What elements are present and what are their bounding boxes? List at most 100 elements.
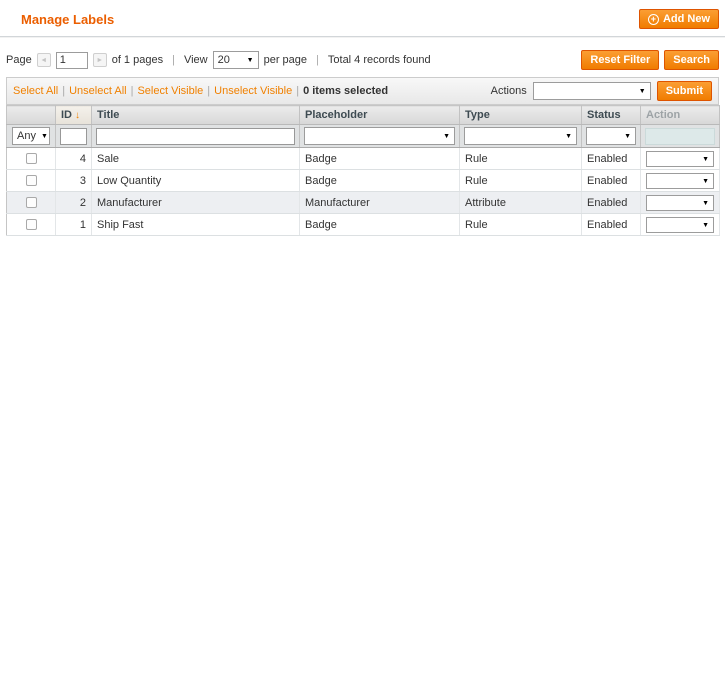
reset-filter-button[interactable]: Reset Filter <box>581 50 659 70</box>
row-placeholder[interactable]: Badge <box>300 170 460 192</box>
separator: | <box>58 85 69 97</box>
massaction-bar: Select All | Unselect All | Select Visib… <box>6 77 719 105</box>
row-checkbox[interactable] <box>26 153 37 164</box>
submit-button[interactable]: Submit <box>657 81 712 101</box>
unselect-all-link[interactable]: Unselect All <box>69 85 126 97</box>
table-row[interactable]: 3 Low Quantity Badge Rule Enabled ▼ <box>7 170 720 192</box>
id-filter-input[interactable] <box>60 128 87 145</box>
row-action-cell: ▼ <box>641 148 720 170</box>
page-header: Manage Labels + Add New <box>0 0 725 36</box>
massaction-links: Select All | Unselect All | Select Visib… <box>13 85 388 97</box>
per-page-select[interactable]: 20 ▼ <box>213 51 259 69</box>
chevron-down-icon: ▼ <box>702 156 709 163</box>
row-type[interactable]: Rule <box>460 214 582 236</box>
chevron-down-icon: ▼ <box>702 200 709 207</box>
row-checkbox[interactable] <box>26 219 37 230</box>
row-title[interactable]: Manufacturer <box>92 192 300 214</box>
separator: | <box>312 54 323 66</box>
search-button-label: Search <box>673 54 710 66</box>
any-filter-select[interactable]: Any ▼ <box>12 127 50 145</box>
filter-type-cell: ▼ <box>460 125 582 148</box>
row-action-cell: ▼ <box>641 170 720 192</box>
row-id[interactable]: 1 <box>56 214 92 236</box>
header-status[interactable]: Status <box>582 106 641 125</box>
page-label: Page <box>6 54 32 66</box>
header-placeholder[interactable]: Placeholder <box>300 106 460 125</box>
pager-controls: Page ◄ ► of 1 pages | View 20 ▼ per page… <box>6 51 431 69</box>
row-id[interactable]: 3 <box>56 170 92 192</box>
add-new-button[interactable]: + Add New <box>639 9 719 29</box>
row-placeholder[interactable]: Badge <box>300 148 460 170</box>
row-action-select[interactable]: ▼ <box>646 151 714 167</box>
header-id-label: ID <box>61 109 72 121</box>
header-id[interactable]: ID↓ <box>56 106 92 125</box>
unselect-visible-link[interactable]: Unselect Visible <box>214 85 292 97</box>
actions-select[interactable]: ▼ <box>533 82 651 100</box>
row-type[interactable]: Rule <box>460 148 582 170</box>
header-type[interactable]: Type <box>460 106 582 125</box>
row-checkbox-cell <box>7 214 56 236</box>
row-id[interactable]: 2 <box>56 192 92 214</box>
row-placeholder[interactable]: Badge <box>300 214 460 236</box>
filter-status-cell: ▼ <box>582 125 641 148</box>
filter-id-cell <box>56 125 92 148</box>
actions-label: Actions <box>491 85 527 97</box>
action-filter-placeholder <box>645 128 715 145</box>
row-action-select[interactable]: ▼ <box>646 173 714 189</box>
grid-filter-row: Any ▼ ▼ <box>7 125 720 148</box>
filter-action-cell <box>641 125 720 148</box>
row-type[interactable]: Attribute <box>460 192 582 214</box>
row-status[interactable]: Enabled <box>582 170 641 192</box>
row-title[interactable]: Low Quantity <box>92 170 300 192</box>
row-id[interactable]: 4 <box>56 148 92 170</box>
view-label: View <box>184 54 208 66</box>
select-all-link[interactable]: Select All <box>13 85 58 97</box>
row-action-select[interactable]: ▼ <box>646 195 714 211</box>
row-checkbox[interactable] <box>26 197 37 208</box>
reset-filter-label: Reset Filter <box>590 54 650 66</box>
row-status[interactable]: Enabled <box>582 192 641 214</box>
table-row[interactable]: 4 Sale Badge Rule Enabled ▼ <box>7 148 720 170</box>
row-action-select[interactable]: ▼ <box>646 217 714 233</box>
row-status[interactable]: Enabled <box>582 148 641 170</box>
table-row[interactable]: 1 Ship Fast Badge Rule Enabled ▼ <box>7 214 720 236</box>
items-selected-count: 0 items selected <box>303 85 388 97</box>
table-row[interactable]: 2 Manufacturer Manufacturer Attribute En… <box>7 192 720 214</box>
placeholder-filter-select[interactable]: ▼ <box>304 127 455 145</box>
sort-descending-icon: ↓ <box>75 110 80 121</box>
status-filter-select[interactable]: ▼ <box>586 127 636 145</box>
total-records-text: Total 4 records found <box>328 54 431 66</box>
table-body: 4 Sale Badge Rule Enabled ▼ 3 Low Quanti… <box>7 148 720 236</box>
row-type[interactable]: Rule <box>460 170 582 192</box>
chevron-down-icon: ▼ <box>702 178 709 185</box>
header-select-column <box>7 106 56 125</box>
chevron-down-icon: ▼ <box>41 133 48 140</box>
page-number-input[interactable] <box>56 52 88 69</box>
next-page-button[interactable]: ► <box>93 53 107 67</box>
chevron-down-icon: ▼ <box>639 88 646 95</box>
page-title: Manage Labels <box>21 12 114 27</box>
title-filter-input[interactable] <box>96 128 295 145</box>
row-checkbox-cell <box>7 148 56 170</box>
type-filter-select[interactable]: ▼ <box>464 127 577 145</box>
search-button[interactable]: Search <box>664 50 719 70</box>
select-visible-link[interactable]: Select Visible <box>137 85 203 97</box>
row-status[interactable]: Enabled <box>582 214 641 236</box>
row-checkbox[interactable] <box>26 175 37 186</box>
chevron-down-icon: ▼ <box>247 57 254 64</box>
row-action-cell: ▼ <box>641 192 720 214</box>
filter-select-cell: Any ▼ <box>7 125 56 148</box>
per-page-text: per page <box>264 54 307 66</box>
header-action: Action <box>641 106 720 125</box>
chevron-down-icon: ▼ <box>624 133 631 140</box>
chevron-down-icon: ▼ <box>565 133 572 140</box>
toolbar-buttons: Reset Filter Search <box>581 50 719 70</box>
previous-page-button[interactable]: ◄ <box>37 53 51 67</box>
row-title[interactable]: Sale <box>92 148 300 170</box>
filter-title-cell <box>92 125 300 148</box>
row-placeholder[interactable]: Manufacturer <box>300 192 460 214</box>
row-action-cell: ▼ <box>641 214 720 236</box>
separator: | <box>292 85 303 97</box>
header-title[interactable]: Title <box>92 106 300 125</box>
row-title[interactable]: Ship Fast <box>92 214 300 236</box>
